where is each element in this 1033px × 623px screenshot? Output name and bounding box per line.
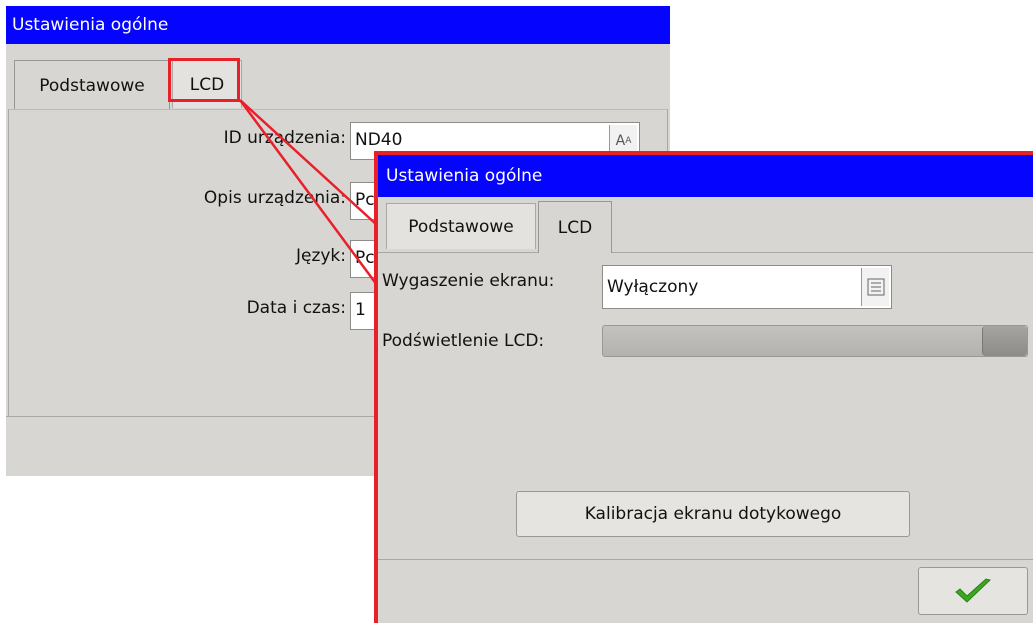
language-value: Pc: [355, 248, 375, 268]
screen-blanking-value: Wyłączony: [607, 277, 699, 297]
front-tab-baseline: [378, 252, 538, 253]
device-id-value: ND40: [355, 130, 403, 150]
lcd-tab-highlight: [168, 58, 240, 102]
front-tab-baseline-right: [612, 252, 1033, 253]
front-tab-lcd[interactable]: LCD: [538, 201, 612, 253]
backlight-label: Podświetlenie LCD:: [382, 331, 545, 351]
front-window-title: Ustawienia ogólne: [378, 155, 1033, 197]
back-tab-podstawowe[interactable]: Podstawowe: [14, 60, 170, 110]
device-desc-value: Pc: [355, 190, 375, 210]
checkmark-icon: [955, 578, 992, 603]
date-time-label: Data i czas:: [246, 298, 346, 318]
list-icon[interactable]: [861, 268, 889, 306]
front-tab-podstawowe[interactable]: Podstawowe: [386, 203, 536, 249]
screen-blanking-label: Wygaszenie ekranu:: [382, 271, 555, 291]
front-tab-podstawowe-label: Podstawowe: [408, 216, 514, 237]
back-tab-podstawowe-label: Podstawowe: [39, 75, 145, 96]
calibrate-touch-button[interactable]: Kalibracja ekranu dotykowego: [516, 491, 910, 537]
ok-button[interactable]: [918, 567, 1028, 615]
backlight-slider-thumb[interactable]: [982, 326, 1027, 356]
device-id-label: ID urządzenia:: [223, 128, 346, 148]
date-time-value: 1: [355, 300, 366, 320]
front-tab-lcd-label: LCD: [557, 217, 593, 238]
calibrate-touch-button-label: Kalibracja ekranu dotykowego: [584, 504, 842, 524]
device-desc-label: Opis urządzenia:: [203, 188, 346, 208]
language-label: Język:: [295, 246, 346, 266]
front-window: Ustawienia ogólne Podstawowe LCD Wygasze…: [374, 151, 1033, 623]
screen-blanking-select[interactable]: Wyłączony: [602, 265, 892, 309]
backlight-slider[interactable]: [602, 325, 1028, 357]
back-window-title: Ustawienia ogólne: [6, 6, 670, 44]
front-footer-divider: [378, 559, 1033, 560]
